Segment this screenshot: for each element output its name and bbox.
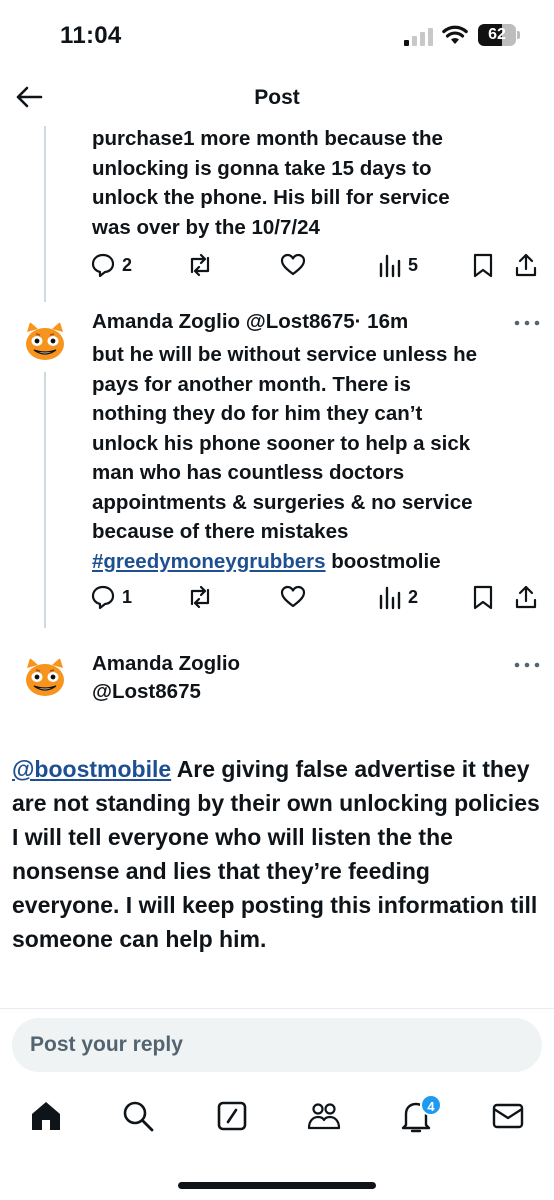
thread-post-2-actions: 1 2 xyxy=(90,582,544,612)
like-button[interactable] xyxy=(280,250,306,280)
main-post-body: Are giving false advertise it they are n… xyxy=(12,756,540,952)
reply-input[interactable] xyxy=(12,1018,542,1072)
reply-icon xyxy=(91,585,115,610)
views-count: 5 xyxy=(408,254,419,275)
views-count: 2 xyxy=(408,586,419,607)
page-title: Post xyxy=(254,86,300,109)
repost-icon xyxy=(190,585,210,609)
main-author-name[interactable]: Amanda Zoglio xyxy=(92,652,240,676)
avatar[interactable] xyxy=(20,318,70,368)
share-icon xyxy=(515,253,537,277)
reply-button[interactable]: 2 xyxy=(90,250,132,280)
repost-icon xyxy=(190,253,210,277)
thread-post-2-text[interactable]: but he will be without service unless he… xyxy=(92,340,542,576)
bookmark-button[interactable] xyxy=(472,250,494,280)
search-icon[interactable] xyxy=(120,1098,156,1134)
reply-box[interactable] xyxy=(12,1018,542,1072)
reply-count: 1 xyxy=(122,586,133,607)
more-options-icon[interactable] xyxy=(512,318,542,328)
share-button[interactable] xyxy=(514,250,538,280)
status-time: 11:04 xyxy=(60,22,122,49)
views-button[interactable]: 5 xyxy=(378,250,418,280)
views-chart-icon xyxy=(379,254,401,278)
messages-icon[interactable] xyxy=(490,1098,526,1134)
hashtag-link[interactable]: #greedymoneygrubbers xyxy=(92,550,326,573)
post-time: · 16m xyxy=(354,310,409,333)
more-options-icon[interactable] xyxy=(512,660,542,670)
home-icon[interactable] xyxy=(28,1098,64,1134)
bookmark-button[interactable] xyxy=(472,582,494,612)
author-handle[interactable]: @Lost8675 xyxy=(246,310,355,333)
divider xyxy=(0,1008,554,1009)
post-header: Post xyxy=(0,70,554,126)
main-author-handle[interactable]: @Lost8675 xyxy=(92,680,201,704)
reply-count: 2 xyxy=(122,254,133,275)
views-chart-icon xyxy=(379,586,401,610)
wifi-icon xyxy=(442,25,468,44)
status-bar: 11:04 62 xyxy=(0,0,554,70)
thread-post-1-text[interactable]: purchase1 more month because the unlocki… xyxy=(92,124,542,242)
reply-button[interactable]: 1 xyxy=(90,582,132,612)
cat-avatar-icon xyxy=(20,318,70,368)
thread-post-2-header[interactable]: Amanda Zoglio @Lost8675· 16m xyxy=(92,310,408,334)
heart-icon xyxy=(280,585,306,608)
cellular-signal-icon xyxy=(404,28,433,46)
thread-line xyxy=(44,126,46,302)
bookmark-icon xyxy=(473,585,493,610)
thread-line xyxy=(44,372,46,628)
battery-percent: 62 xyxy=(488,26,506,43)
cat-avatar-icon xyxy=(20,654,70,704)
views-button[interactable]: 2 xyxy=(378,582,418,612)
home-indicator xyxy=(178,1182,376,1189)
mention-link[interactable]: @boostmobile xyxy=(12,756,171,782)
heart-icon xyxy=(280,253,306,276)
bottom-tab-bar xyxy=(0,1090,554,1150)
notifications-badge: 4 xyxy=(420,1094,442,1116)
share-icon xyxy=(515,585,537,609)
like-button[interactable] xyxy=(280,582,306,612)
communities-icon[interactable] xyxy=(306,1098,342,1134)
thread-post-1-actions: 2 5 xyxy=(90,250,544,280)
avatar[interactable] xyxy=(20,654,70,704)
repost-button[interactable] xyxy=(186,582,214,612)
grok-icon[interactable] xyxy=(214,1098,250,1134)
share-button[interactable] xyxy=(514,582,538,612)
reply-icon xyxy=(91,253,115,278)
main-post-text: @boostmobile Are giving false advertise … xyxy=(12,752,542,956)
author-name[interactable]: Amanda Zoglio xyxy=(92,310,240,333)
battery-icon: 62 xyxy=(478,24,520,46)
repost-button[interactable] xyxy=(186,250,214,280)
bookmark-icon xyxy=(473,253,493,278)
